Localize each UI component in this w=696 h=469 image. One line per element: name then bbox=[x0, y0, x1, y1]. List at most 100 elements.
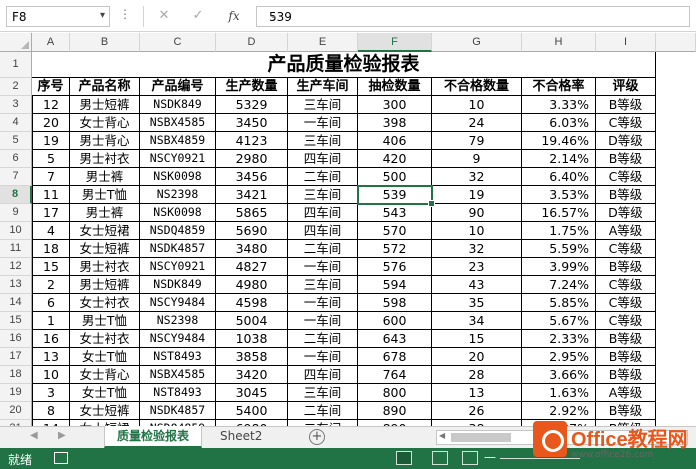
table-cell[interactable]: 10 bbox=[432, 96, 522, 114]
table-cell[interactable]: 10 bbox=[432, 222, 522, 240]
select-all-button[interactable] bbox=[0, 33, 32, 52]
table-cell[interactable]: 15 bbox=[32, 258, 70, 276]
table-cell[interactable]: NSBX4585 bbox=[140, 114, 216, 132]
table-cell[interactable]: 15 bbox=[432, 330, 522, 348]
table-cell[interactable]: 2.14% bbox=[522, 150, 596, 168]
row-header-19[interactable]: 19 bbox=[0, 384, 32, 402]
table-cell[interactable]: C等级 bbox=[596, 168, 656, 186]
table-cell[interactable]: 576 bbox=[358, 258, 432, 276]
macro-record-icon[interactable] bbox=[54, 452, 68, 464]
table-cell[interactable]: NST8493 bbox=[140, 384, 216, 402]
row-header-8[interactable]: 8 bbox=[0, 186, 32, 204]
table-cell[interactable]: 女士背心 bbox=[70, 366, 140, 384]
table-cell[interactable]: 7 bbox=[32, 168, 70, 186]
table-cell[interactable]: 594 bbox=[358, 276, 432, 294]
table-cell[interactable]: 男士衬衣 bbox=[70, 258, 140, 276]
table-cell[interactable]: 4 bbox=[32, 222, 70, 240]
table-cell[interactable]: 9 bbox=[432, 150, 522, 168]
table-cell[interactable]: 一车间 bbox=[288, 294, 358, 312]
table-cell[interactable]: NSCY9484 bbox=[140, 294, 216, 312]
table-cell[interactable]: 3 bbox=[32, 384, 70, 402]
table-cell[interactable]: C等级 bbox=[596, 114, 656, 132]
enter-icon[interactable]: ✓ bbox=[184, 6, 212, 27]
row-header-20[interactable]: 20 bbox=[0, 402, 32, 420]
table-cell[interactable]: 1038 bbox=[216, 330, 288, 348]
table-cell[interactable]: 43 bbox=[432, 276, 522, 294]
table-cell[interactable]: 26 bbox=[432, 402, 522, 420]
table-cell[interactable]: 543 bbox=[358, 204, 432, 222]
table-cell[interactable]: 12 bbox=[32, 96, 70, 114]
table-cell[interactable]: 598 bbox=[358, 294, 432, 312]
table-cell[interactable]: 4123 bbox=[216, 132, 288, 150]
table-cell[interactable]: 2.95% bbox=[522, 348, 596, 366]
column-header-f[interactable]: F bbox=[358, 33, 432, 52]
header-cell[interactable]: 生产车间 bbox=[288, 78, 358, 96]
table-cell[interactable]: 3858 bbox=[216, 348, 288, 366]
table-cell[interactable]: 一车间 bbox=[288, 312, 358, 330]
table-cell[interactable]: NSK0098 bbox=[140, 168, 216, 186]
row-header-12[interactable]: 12 bbox=[0, 258, 32, 276]
sheet-title[interactable]: 产品质量检验报表 bbox=[32, 52, 656, 78]
table-cell[interactable]: 二车间 bbox=[288, 330, 358, 348]
name-box[interactable]: F8 ▾ bbox=[6, 6, 110, 27]
table-cell[interactable]: 90 bbox=[432, 204, 522, 222]
row-header-11[interactable]: 11 bbox=[0, 240, 32, 258]
table-cell[interactable]: C等级 bbox=[596, 312, 656, 330]
add-sheet-icon[interactable]: + bbox=[309, 429, 325, 445]
sheet-tab-quality-report[interactable]: 质量检验报表 bbox=[104, 426, 203, 448]
row-header-13[interactable]: 13 bbox=[0, 276, 32, 294]
table-cell[interactable]: 5329 bbox=[216, 96, 288, 114]
table-cell[interactable]: 7.24% bbox=[522, 276, 596, 294]
table-cell[interactable]: 3.33% bbox=[522, 96, 596, 114]
table-cell[interactable]: 5004 bbox=[216, 312, 288, 330]
table-cell[interactable]: 16.57% bbox=[522, 204, 596, 222]
header-cell[interactable]: 序号 bbox=[32, 78, 70, 96]
table-cell[interactable]: 32 bbox=[432, 168, 522, 186]
table-cell[interactable]: 四车间 bbox=[288, 366, 358, 384]
table-cell[interactable]: NSDK4857 bbox=[140, 402, 216, 420]
table-cell[interactable]: 3.53% bbox=[522, 186, 596, 204]
table-cell[interactable]: 20 bbox=[432, 348, 522, 366]
table-cell[interactable]: 5.85% bbox=[522, 294, 596, 312]
table-cell[interactable]: A等级 bbox=[596, 222, 656, 240]
table-cell[interactable]: NSCY0921 bbox=[140, 150, 216, 168]
table-cell[interactable]: 男士衬衣 bbox=[70, 150, 140, 168]
table-cell[interactable]: 8 bbox=[32, 402, 70, 420]
table-cell[interactable]: 女士衬衣 bbox=[70, 330, 140, 348]
table-cell[interactable]: NSDK849 bbox=[140, 276, 216, 294]
table-cell[interactable]: 4598 bbox=[216, 294, 288, 312]
table-cell[interactable]: 3421 bbox=[216, 186, 288, 204]
table-cell[interactable]: 三车间 bbox=[288, 276, 358, 294]
scrollbar-thumb[interactable] bbox=[451, 433, 511, 442]
table-cell[interactable]: 4980 bbox=[216, 276, 288, 294]
chevron-down-icon[interactable]: ⌄ bbox=[269, 10, 685, 21]
column-header-b[interactable]: B bbox=[70, 33, 140, 52]
table-cell[interactable]: 二车间 bbox=[288, 168, 358, 186]
table-cell[interactable]: 570 bbox=[358, 222, 432, 240]
table-cell[interactable]: 女士短裤 bbox=[70, 240, 140, 258]
row-header-6[interactable]: 6 bbox=[0, 150, 32, 168]
table-cell[interactable]: 2980 bbox=[216, 150, 288, 168]
normal-view-icon[interactable] bbox=[396, 451, 412, 465]
table-cell[interactable]: NS2398 bbox=[140, 186, 216, 204]
table-cell[interactable]: 男士短裤 bbox=[70, 276, 140, 294]
table-cell[interactable]: 20 bbox=[32, 114, 70, 132]
row-header-10[interactable]: 10 bbox=[0, 222, 32, 240]
table-cell[interactable]: 32 bbox=[432, 240, 522, 258]
cancel-icon[interactable]: ✕ bbox=[150, 6, 178, 27]
table-cell[interactable]: 二车间 bbox=[288, 240, 358, 258]
row-header-9[interactable]: 9 bbox=[0, 204, 32, 222]
table-cell[interactable]: 79 bbox=[432, 132, 522, 150]
table-cell[interactable]: 3420 bbox=[216, 366, 288, 384]
table-cell[interactable]: 四车间 bbox=[288, 222, 358, 240]
column-header-a[interactable]: A bbox=[32, 33, 70, 52]
table-cell[interactable]: 13 bbox=[32, 348, 70, 366]
table-cell[interactable]: NSBX4585 bbox=[140, 366, 216, 384]
table-cell[interactable]: 28 bbox=[432, 366, 522, 384]
table-cell[interactable]: 890 bbox=[358, 402, 432, 420]
column-header-g[interactable]: G bbox=[432, 33, 522, 52]
scroll-tabs-left-icon[interactable]: ◀ bbox=[30, 430, 38, 441]
table-cell[interactable]: 男士T恤 bbox=[70, 186, 140, 204]
table-cell[interactable]: 一车间 bbox=[288, 114, 358, 132]
row-header-1[interactable]: 1 bbox=[0, 52, 32, 78]
